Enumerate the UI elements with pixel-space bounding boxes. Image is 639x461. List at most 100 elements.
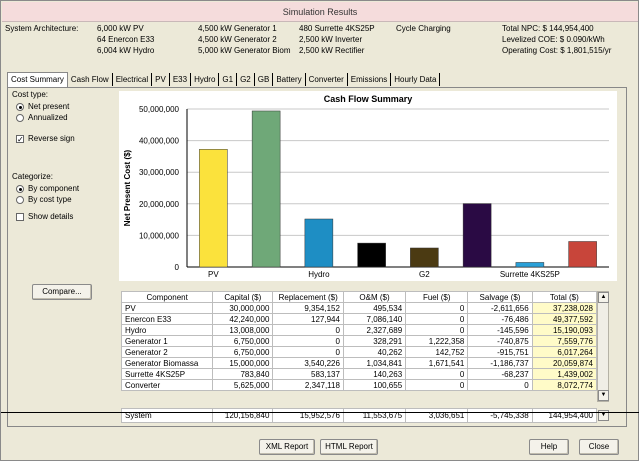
bar [462, 203, 492, 268]
tab-hydro[interactable]: Hydro [191, 73, 220, 86]
table-row[interactable]: Converter 5,625,000 2,347,118 100,655 0 0 8,07… [120, 379, 598, 391]
x-tick-label: Surrette 4KS25P [500, 270, 560, 279]
architecture-line: 4,500 kW Generator 2 [198, 35, 277, 44]
table-cell: 37,238,028 [531, 302, 598, 314]
radio-selected-icon [16, 184, 24, 193]
system-cell: -5,745,338 [467, 408, 533, 423]
table-cell: Enercon E33 [120, 313, 214, 325]
architecture-line: 2,500 kW Inverter [299, 35, 363, 44]
table-cell: 328,291 [342, 335, 407, 347]
categorize-label: Categorize: [12, 172, 53, 181]
table-cell: -145,596 [467, 324, 533, 336]
tab-converter[interactable]: Converter [306, 73, 348, 86]
table-cell: 142,752 [405, 346, 469, 358]
x-tick-label: Hydro [308, 270, 330, 279]
column-header[interactable]: Capital ($) [212, 291, 274, 303]
window-title: Simulation Results [2, 2, 638, 22]
radio-icon [16, 113, 24, 122]
table-cell: Generator 1 [120, 335, 214, 347]
table-row[interactable]: Generator 2 6,750,000 0 40,262 142,752 -915,7… [120, 346, 598, 358]
column-header[interactable]: O&M ($) [342, 291, 407, 303]
table-cell: Converter [120, 379, 214, 391]
column-header[interactable]: Salvage ($) [467, 291, 533, 303]
simulation-results-window: Simulation Results System Architecture: … [0, 0, 639, 461]
table-cell: 7,086,140 [342, 313, 407, 325]
tab-g2[interactable]: G2 [237, 73, 255, 86]
net-present-radio[interactable]: Net present [16, 102, 69, 111]
table-cell: 13,008,000 [212, 324, 274, 336]
table-cell: 0 [405, 313, 469, 325]
y-axis-label: Net Present Cost ($) [123, 149, 132, 226]
tab-e33[interactable]: E33 [170, 73, 192, 86]
y-tick-label: 0 [175, 263, 180, 272]
table-scrollbar[interactable]: ▲ ▼ [597, 291, 609, 402]
table-cell: Hydro [120, 324, 214, 336]
table-header-row: Component Capital ($) Replacement ($) O&M (… [120, 291, 598, 303]
table-cell: 15,000,000 [212, 357, 274, 369]
system-cell: 15,952,576 [272, 408, 344, 423]
column-header[interactable]: Component [120, 291, 214, 303]
table-cell: 495,534 [342, 302, 407, 314]
close-button[interactable]: Close [579, 439, 619, 455]
annualized-radio[interactable]: Annualized [16, 113, 68, 122]
table-cell: 127,944 [272, 313, 344, 325]
chart-canvas: 0 10,000,000 20,000,000 30,000,000 40,000,00… [123, 105, 609, 279]
tab-cost-summary[interactable]: Cost Summary [7, 72, 68, 87]
table-cell: 9,354,152 [272, 302, 344, 314]
tab-gb[interactable]: GB [255, 73, 274, 86]
y-tick-label: 10,000,000 [139, 231, 180, 240]
table-cell: 8,072,774 [531, 379, 598, 391]
radio-selected-icon [16, 102, 24, 111]
table-row[interactable]: Generator 1 6,750,000 0 328,291 1,222,358 -74… [120, 335, 598, 347]
column-header[interactable]: Total ($) [531, 291, 598, 303]
table-cell: 5,625,000 [212, 379, 274, 391]
show-details-checkbox[interactable]: Show details [16, 212, 73, 221]
table-cell: 15,190,093 [531, 324, 598, 336]
html-report-button[interactable]: HTML Report [320, 439, 378, 455]
column-header[interactable]: Replacement ($) [272, 291, 344, 303]
bar [251, 110, 281, 268]
table-cell: 0 [467, 379, 533, 391]
table-row[interactable]: PV 30,000,000 9,354,152 495,534 0 -2,611,656 3… [120, 302, 598, 314]
system-cell: System [120, 408, 214, 423]
table-cell: 0 [405, 324, 469, 336]
table-row[interactable]: Enercon E33 42,240,000 127,944 7,086,140 0 -7… [120, 313, 598, 325]
tab-cash-flow[interactable]: Cash Flow [68, 73, 113, 86]
by-component-radio[interactable]: By component [16, 184, 79, 193]
by-cost-type-radio[interactable]: By cost type [16, 195, 72, 204]
system-total-row: System 120,156,840 15,952,576 11,553,675 3,0… [120, 408, 598, 423]
system-cell: 3,036,651 [405, 408, 469, 423]
y-tick-label: 20,000,000 [139, 200, 180, 209]
help-button[interactable]: Help [529, 439, 569, 455]
table-row[interactable]: Generator Biomassa 15,000,000 3,540,226 1,0… [120, 357, 598, 369]
table-cell: 6,750,000 [212, 346, 274, 358]
scroll-down-icon[interactable]: ▼ [598, 390, 609, 401]
reverse-sign-checkbox[interactable]: ✓ Reverse sign [16, 134, 75, 143]
bar [199, 149, 228, 268]
table-cell: Generator 2 [120, 346, 214, 358]
table-cell: 0 [405, 368, 469, 380]
architecture-line: 480 Surrette 4KS25P [299, 24, 375, 33]
tab-hourly-data[interactable]: Hourly Data [391, 73, 441, 86]
table-row[interactable]: Hydro 13,008,000 0 2,327,689 0 -145,596 15,190… [120, 324, 598, 336]
tab-emissions[interactable]: Emissions [348, 73, 392, 86]
table-cell: 6,017,264 [531, 346, 598, 358]
scroll-up-icon[interactable]: ▲ [598, 292, 609, 303]
architecture-line: 4,500 kW Generator 1 [198, 24, 277, 33]
y-tick-label: 50,000,000 [139, 105, 180, 114]
table-row[interactable]: Surrette 4KS25P 783,840 583,137 140,263 0 -68… [120, 368, 598, 380]
table-cell: -2,611,656 [467, 302, 533, 314]
tab-electrical[interactable]: Electrical [113, 73, 153, 86]
table-cell: 100,655 [342, 379, 407, 391]
table-cell: 2,327,689 [342, 324, 407, 336]
tab-pv[interactable]: PV [152, 73, 170, 86]
compare-button[interactable]: Compare... [32, 284, 92, 300]
tab-battery[interactable]: Battery [273, 73, 306, 86]
table-cell: -915,751 [467, 346, 533, 358]
xml-report-button[interactable]: XML Report [259, 439, 315, 455]
column-header[interactable]: Fuel ($) [405, 291, 469, 303]
table-cell: 1,222,358 [405, 335, 469, 347]
architecture-line: Levelized COE: $ 0.090/kWh [502, 35, 605, 44]
tab-g1[interactable]: G1 [219, 73, 238, 86]
bar [568, 241, 597, 268]
